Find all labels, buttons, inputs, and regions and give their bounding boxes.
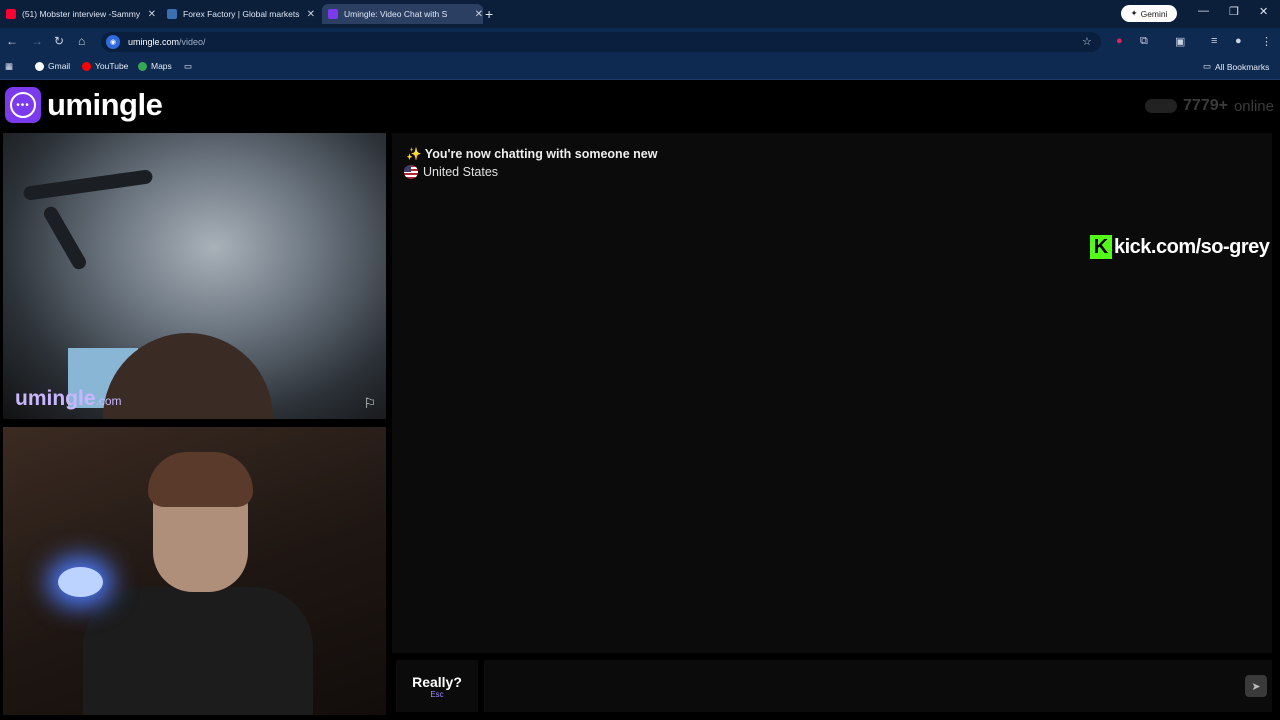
kick-logo-icon: K <box>1090 235 1112 259</box>
menu-icon[interactable]: ⋮ <box>1261 35 1272 48</box>
umingle-icon <box>328 9 338 19</box>
new-tab-button[interactable]: + <box>485 6 493 22</box>
address-bar[interactable]: ◉ umingle.com/video/ <box>101 32 1101 52</box>
chat-panel: ✨ You're now chatting with someone new U… <box>392 133 1272 653</box>
stranger-video: umingle.com ⚐ <box>3 133 386 419</box>
video-watermark: umingle.com <box>15 387 122 411</box>
logo-text: umingle <box>47 87 163 122</box>
bookmark-label: Maps <box>151 61 172 71</box>
all-bookmarks[interactable]: ▭ All Bookmarks <box>1203 61 1269 72</box>
home-icon[interactable]: ⌂ <box>78 34 85 48</box>
close-tab-icon[interactable]: ✕ <box>148 9 156 20</box>
url-path: /video/ <box>179 37 206 47</box>
us-flag-icon <box>404 165 418 179</box>
ring-light <box>58 567 103 597</box>
tab-title: Umingle: Video Chat with S <box>344 9 448 19</box>
self-video <box>3 427 386 715</box>
report-flag-icon[interactable]: ⚐ <box>363 395 376 412</box>
url-host: umingle.com <box>128 37 180 47</box>
online-counter: 7779+ online <box>1145 97 1274 115</box>
online-count: 7779+ <box>1183 97 1228 114</box>
all-bookmarks-label: All Bookmarks <box>1215 61 1270 72</box>
skip-button[interactable]: Really? Esc <box>396 660 478 712</box>
record-icon[interactable]: ● <box>1116 35 1123 47</box>
stream-overlay: K kick.com/so-grey <box>1090 235 1270 259</box>
bookmark-maps[interactable]: Maps <box>138 61 172 71</box>
back-icon[interactable]: ← <box>6 34 18 48</box>
bookmark-youtube[interactable]: YouTube <box>82 61 128 71</box>
gemini-label: Gemini <box>1140 8 1168 19</box>
tab-umingle[interactable]: Umingle: Video Chat with S ✕ <box>322 4 483 24</box>
bookmark-label: YouTube <box>95 61 129 71</box>
bookmark-star-icon[interactable]: ☆ <box>1082 35 1092 48</box>
gemini-button[interactable]: ✦ Gemini <box>1121 5 1177 22</box>
sparkle-icon: ✦ <box>1130 8 1138 18</box>
apps-icon[interactable]: ▦ <box>5 61 13 72</box>
cast-icon[interactable]: ▣ <box>1175 35 1185 48</box>
chat-country: United States <box>404 165 498 179</box>
stranger-head <box>103 333 273 419</box>
bookmark-label: Gmail <box>48 61 71 71</box>
forward-icon[interactable]: → <box>31 34 43 48</box>
site-info-icon[interactable]: ◉ <box>106 35 120 49</box>
chat-input[interactable] <box>484 660 1272 712</box>
person-hair <box>148 452 253 507</box>
chat-bubble-icon: ••• <box>5 87 41 123</box>
tab-forex-factory[interactable]: Forex Factory | Global markets ✕ <box>167 4 315 24</box>
media-icon[interactable]: ≡ <box>1211 35 1217 47</box>
online-label: online <box>1233 97 1274 115</box>
tab-youtube[interactable]: (51) Mobster interview -Sammy ✕ <box>6 4 156 24</box>
watermark-suffix: .com <box>95 394 122 408</box>
close-tab-icon[interactable]: ✕ <box>307 9 315 20</box>
close-tab-icon[interactable]: ✕ <box>475 9 483 20</box>
overlay-text: kick.com/so-grey <box>1114 235 1270 258</box>
ceiling-fan-blade <box>22 169 154 201</box>
google-icon <box>35 61 44 71</box>
umingle-logo[interactable]: ••• umingle <box>5 87 163 123</box>
ceiling-fan-blade <box>41 204 89 272</box>
send-icon[interactable]: ➤ <box>1245 675 1267 697</box>
forex-factory-icon <box>167 9 177 19</box>
maps-icon <box>138 61 147 71</box>
extensions-icon[interactable]: ⧉ <box>1140 35 1148 48</box>
tab-title: Forex Factory | Global markets <box>183 9 300 19</box>
folder-icon: ▭ <box>1203 61 1212 71</box>
reload-icon[interactable]: ↻ <box>54 34 64 48</box>
person-shirt <box>83 587 313 715</box>
skip-label: Really? <box>412 673 462 690</box>
folder-icon[interactable]: ▭ <box>184 61 192 72</box>
country-label: United States <box>423 165 499 179</box>
close-window-icon[interactable]: ✕ <box>1259 5 1268 18</box>
watermark-main: umingle <box>15 387 96 410</box>
skip-hint: Esc <box>430 689 444 699</box>
restore-icon[interactable]: ❐ <box>1229 5 1239 18</box>
bookmark-gmail[interactable]: Gmail <box>35 61 70 71</box>
youtube-icon <box>6 9 16 19</box>
status-toggle[interactable] <box>1145 99 1178 113</box>
youtube-icon <box>82 61 91 71</box>
chat-status-message: ✨ You're now chatting with someone new <box>406 147 658 161</box>
minimize-icon[interactable]: — <box>1198 5 1209 17</box>
profile-avatar-icon[interactable]: ● <box>1235 35 1242 47</box>
tab-title: (51) Mobster interview -Sammy <box>22 9 141 19</box>
